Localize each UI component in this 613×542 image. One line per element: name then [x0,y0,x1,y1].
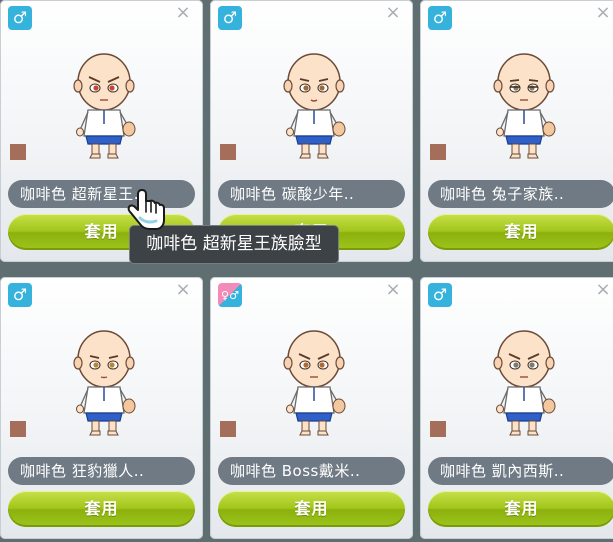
close-icon[interactable]: × [593,280,613,300]
close-icon[interactable]: × [593,3,613,23]
male-gender-icon: ♂ [218,6,242,30]
face-name-label[interactable]: 咖啡色 碳酸少年.. [218,180,405,208]
avatar-shorts [295,135,333,145]
avatar-shorts [505,135,543,145]
color-swatch [220,421,236,437]
close-icon[interactable]: × [383,3,403,23]
character-avatar [283,330,346,436]
character-avatar [73,330,136,436]
face-name-label[interactable]: 咖啡色 凱內西斯.. [428,457,613,485]
face-card: ♂ × 咖啡色 兔子家族.. 套用 [420,0,613,262]
color-swatch [220,144,236,160]
close-icon[interactable]: × [173,3,193,23]
face-coupon-grid: ♂×咖啡色 超新星王..套用♂×咖啡色 碳酸少年..套用♂×咖啡色 兔子家族..… [0,0,613,542]
male-gender-icon: ♂ [428,283,452,307]
apply-button[interactable]: 套用 [428,491,613,527]
avatar-head [497,53,551,111]
close-icon[interactable]: × [383,280,403,300]
close-icon[interactable]: × [173,280,193,300]
male-gender-icon: ♂ [8,283,32,307]
face-name-label[interactable]: 咖啡色 兔子家族.. [428,180,613,208]
pointer-hand-cursor-icon [127,189,165,230]
avatar-shorts [295,412,333,422]
apply-button[interactable]: 套用 [218,491,405,527]
avatar-shorts [85,135,123,145]
unisex-gender-icon: ♀♂ [218,283,242,307]
avatar-head [287,330,341,388]
male-gender-icon: ♂ [8,6,32,30]
avatar-shorts [505,412,543,422]
character-avatar [493,330,556,436]
face-card: ♂ × 咖啡色 凱內西斯.. 套用 [420,277,613,539]
color-swatch [430,421,446,437]
avatar-head [77,330,131,388]
character-avatar [493,53,556,159]
face-card: ♀♂ × 咖啡色 Boss戴米.. 套用 [210,277,413,539]
face-name-label[interactable]: 咖啡色 狂豹獵人.. [8,457,195,485]
male-gender-icon: ♂ [428,6,452,30]
face-card: ♂×咖啡色 碳酸少年..套用 [210,0,413,262]
face-name-label[interactable]: 咖啡色 Boss戴米.. [218,457,405,485]
face-card: ♂ × 咖啡色 超新星王.. 套用 [0,0,203,262]
character-avatar [283,53,346,159]
color-swatch [10,421,26,437]
apply-button[interactable]: 套用 [8,491,195,527]
character-avatar [73,53,136,159]
apply-button[interactable]: 套用 [428,214,613,250]
color-swatch [430,144,446,160]
avatar-head [77,53,131,111]
face-card: ♂ × 咖啡色 狂豹獵人.. 套用 [0,277,203,539]
avatar-head [497,330,551,388]
color-swatch [10,144,26,160]
avatar-shorts [85,412,123,422]
